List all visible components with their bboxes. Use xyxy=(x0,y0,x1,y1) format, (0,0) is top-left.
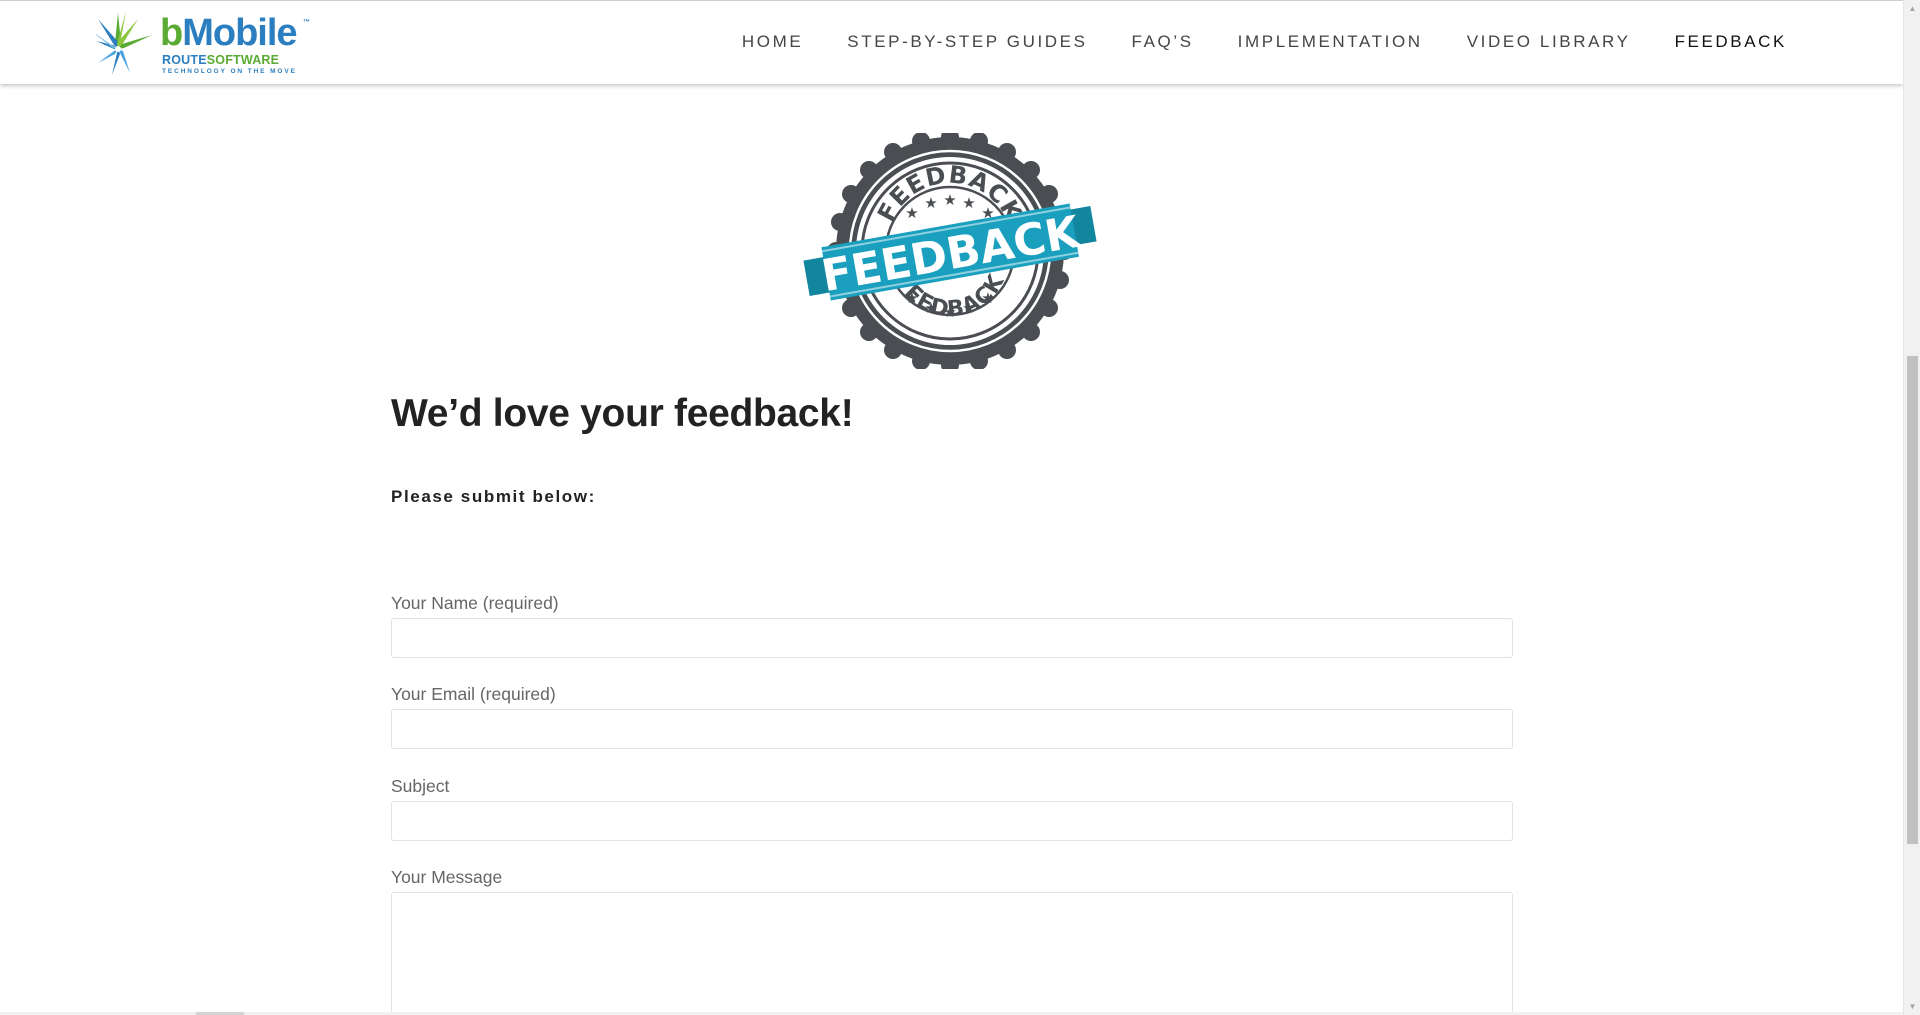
nav-link-home[interactable]: HOME xyxy=(742,31,803,53)
svg-text:★: ★ xyxy=(962,194,975,212)
page-title: We’d love your feedback! xyxy=(391,392,854,435)
nav-item-feedback: FEEDBACK xyxy=(1675,31,1787,53)
logo-subline: ROUTESOFTWARE xyxy=(162,53,280,67)
main-nav: HOME STEP-BY-STEP GUIDES FAQ’S IMPLEMENT… xyxy=(742,31,1787,53)
name-field[interactable] xyxy=(391,618,1513,658)
svg-text:★: ★ xyxy=(943,303,956,321)
logo-trademark: ™ xyxy=(303,19,310,26)
intro-text: Please submit below: xyxy=(391,487,596,506)
nav-item-implementation: IMPLEMENTATION xyxy=(1238,31,1423,53)
site-header: bMobile ™ ROUTESOFTWARE TECHNOLOGY ON TH… xyxy=(0,0,1903,84)
message-label: Your Message xyxy=(391,867,503,887)
nav-item-guides: STEP-BY-STEP GUIDES xyxy=(847,31,1087,53)
nav-link-implementation[interactable]: IMPLEMENTATION xyxy=(1238,31,1423,53)
vertical-scrollbar[interactable]: ▲ ▼ xyxy=(1903,0,1920,1015)
subject-field[interactable] xyxy=(391,801,1513,841)
scroll-thumb[interactable] xyxy=(1907,356,1918,844)
nav-item-faqs: FAQ’S xyxy=(1132,31,1194,53)
message-field[interactable] xyxy=(391,892,1513,1015)
svg-text:★: ★ xyxy=(905,204,918,222)
svg-text:★: ★ xyxy=(981,289,994,307)
svg-text:★: ★ xyxy=(943,191,956,209)
nav-link-step-by-step-guides[interactable]: STEP-BY-STEP GUIDES xyxy=(847,31,1087,53)
subject-label: Subject xyxy=(391,776,450,796)
email-field[interactable] xyxy=(391,709,1513,749)
chevron-up-icon[interactable]: ▲ xyxy=(1904,0,1920,17)
chevron-down-icon[interactable]: ▼ xyxy=(1904,998,1920,1015)
feedback-stamp-image: FEEDBACK FEEDBACK ★★ ★★★ ★★ ★★★ FEEDBACK xyxy=(803,133,1097,369)
svg-text:★: ★ xyxy=(924,299,937,317)
email-label: Your Email (required) xyxy=(391,684,556,704)
svg-text:★: ★ xyxy=(962,299,975,317)
feedback-content: We’d love your feedback! Please submit b… xyxy=(391,390,1513,1015)
bmobile-logo[interactable]: bMobile ™ ROUTESOFTWARE TECHNOLOGY ON TH… xyxy=(96,11,316,77)
svg-text:★: ★ xyxy=(924,194,937,212)
nav-item-video-library: VIDEO LIBRARY xyxy=(1467,31,1631,53)
logo-wordmark: bMobile xyxy=(160,12,298,54)
logo-tagline: TECHNOLOGY ON THE MOVE xyxy=(162,68,297,75)
starburst-icon xyxy=(96,11,152,75)
nav-link-video-library[interactable]: VIDEO LIBRARY xyxy=(1467,31,1631,53)
svg-text:★: ★ xyxy=(905,289,918,307)
page: bMobile ™ ROUTESOFTWARE TECHNOLOGY ON TH… xyxy=(0,0,1903,1015)
nav-link-faqs[interactable]: FAQ’S xyxy=(1132,31,1194,53)
nav-item-home: HOME xyxy=(742,31,803,53)
nav-link-feedback[interactable]: FEEDBACK xyxy=(1675,31,1787,53)
name-label: Your Name (required) xyxy=(391,593,559,613)
